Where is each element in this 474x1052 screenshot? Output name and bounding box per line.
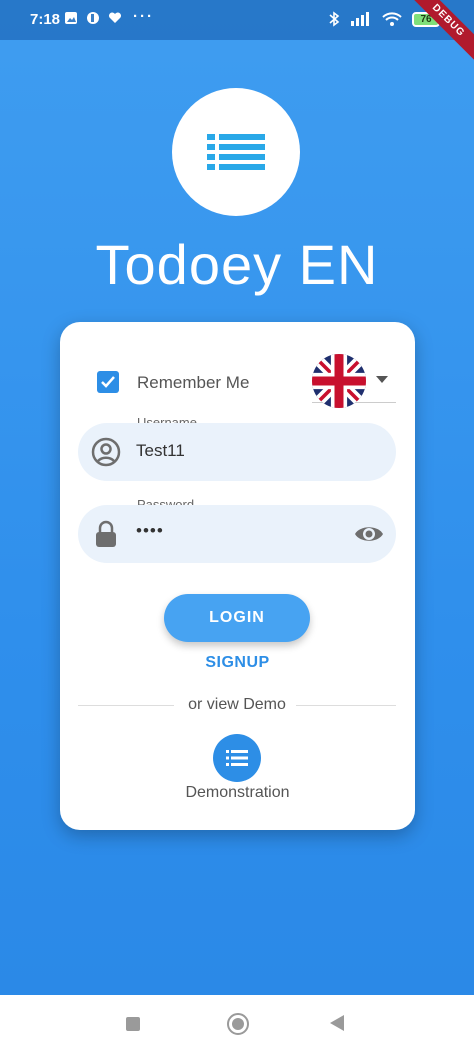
status-time: 7:18 [30, 11, 61, 28]
remember-me-checkbox[interactable] [97, 371, 119, 393]
visibility-eye-icon[interactable] [354, 520, 384, 548]
lock-icon [96, 520, 116, 547]
account-circle-icon [91, 437, 121, 467]
home-button[interactable] [227, 1013, 249, 1035]
language-dropdown[interactable] [312, 354, 396, 408]
system-navigation-bar [0, 995, 474, 1052]
divider-line-right [296, 705, 396, 706]
health-heart-icon [108, 12, 122, 23]
login-button[interactable]: LOGIN [164, 594, 310, 642]
signal-icon [351, 12, 369, 26]
home-icon [232, 1018, 244, 1030]
back-button[interactable] [330, 1015, 344, 1031]
status-system-icons: 76 [328, 11, 440, 27]
signup-link[interactable]: SIGNUP [60, 654, 415, 672]
bluetooth-icon [329, 11, 340, 27]
app-logo [172, 88, 300, 216]
divider: or view Demo [78, 696, 396, 716]
password-field[interactable]: •••• [78, 505, 396, 563]
checkmark-icon [101, 376, 115, 388]
login-card: Remember Me Username Test11 Password •••… [60, 322, 415, 830]
recents-button[interactable] [126, 1017, 140, 1031]
more-notifications-icon: ··· [133, 8, 154, 25]
username-value: Test11 [136, 441, 185, 460]
wifi-icon [382, 12, 402, 26]
chevron-down-icon [376, 376, 388, 383]
list-icon [226, 750, 248, 766]
remember-me-label: Remember Me [137, 373, 250, 392]
list-icon [207, 134, 265, 170]
status-bar: 7:18 ··· 76 DEBUG [0, 0, 474, 70]
app-notification-icon [87, 12, 99, 24]
status-notification-icons [64, 11, 122, 25]
gallery-icon [65, 12, 77, 24]
uk-flag-icon [312, 354, 366, 408]
password-value: •••• [136, 521, 164, 540]
username-field[interactable]: Test11 [78, 423, 396, 481]
demo-button[interactable] [213, 734, 261, 782]
demo-label: Demonstration [185, 784, 290, 801]
app-title: Todoey EN [95, 233, 379, 296]
